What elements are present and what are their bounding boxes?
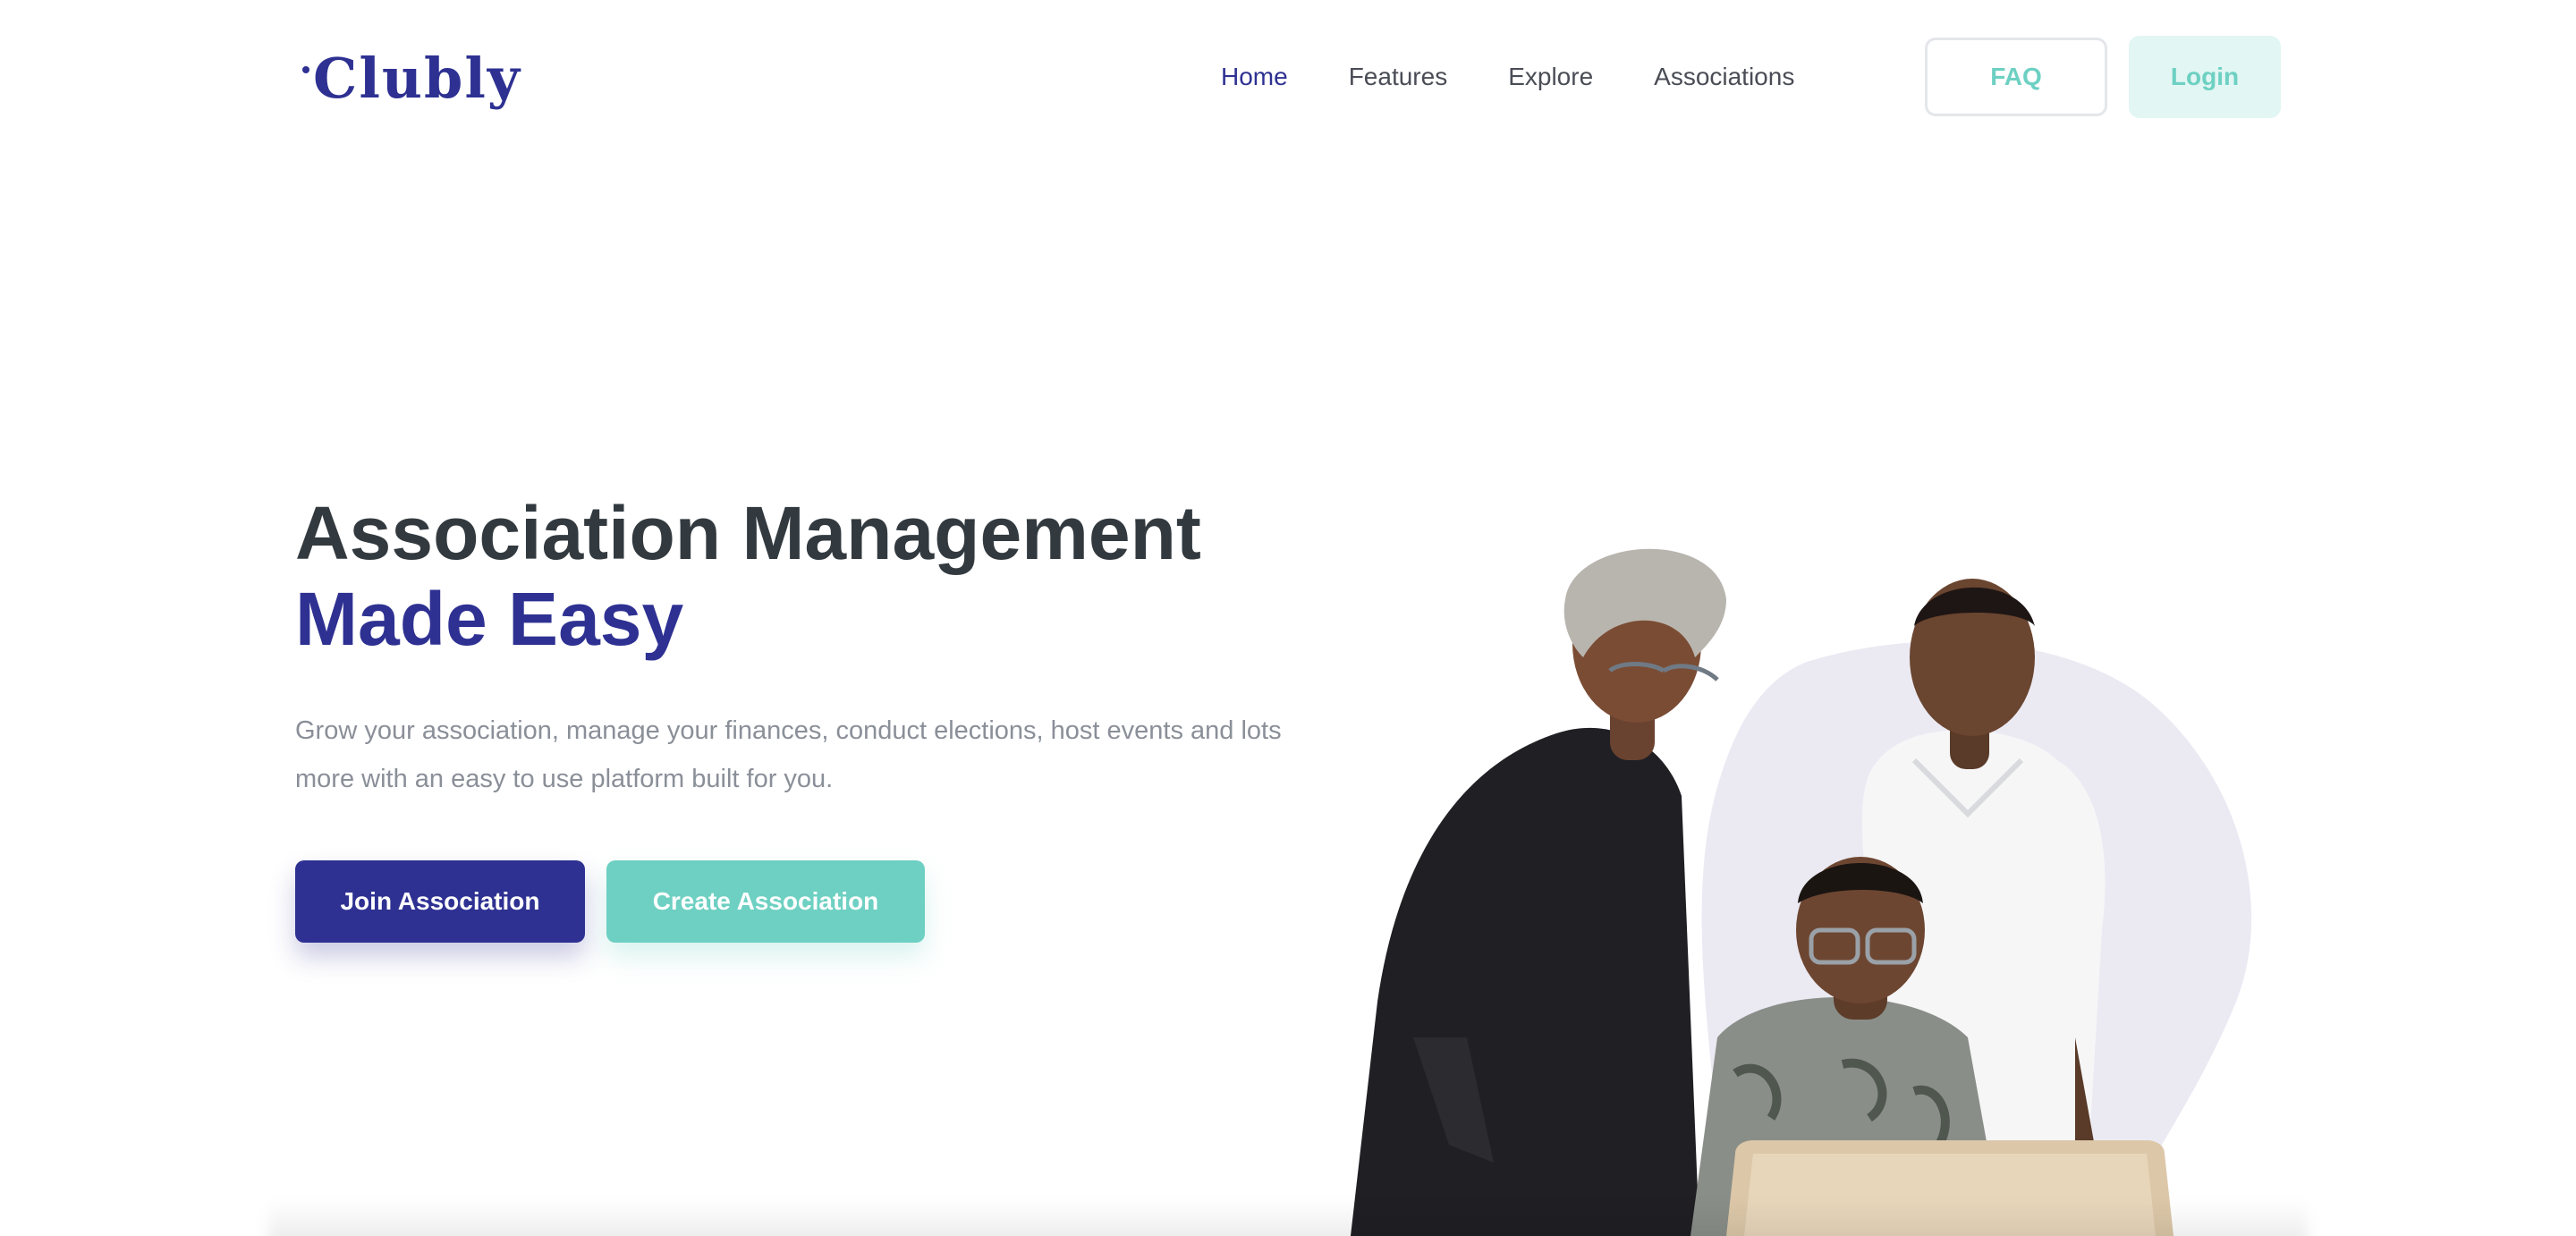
hero-subtitle: Grow your association, manage your finan… (295, 716, 1282, 793)
nav-explore[interactable]: Explore (1508, 57, 1593, 97)
landing-page: Clubly Home Features Explore Association… (0, 0, 2576, 1236)
nav-home[interactable]: Home (1221, 57, 1288, 97)
main-nav: Home Features Explore Associations (1221, 57, 1855, 97)
create-association-button[interactable]: Create Association (606, 860, 925, 943)
faq-button[interactable]: FAQ (1925, 38, 2107, 116)
hero-title-line1: Association Management (295, 491, 1201, 575)
bottom-shadow (268, 1200, 2308, 1236)
login-button[interactable]: Login (2129, 36, 2281, 118)
nav-features[interactable]: Features (1349, 57, 1448, 97)
hero-illustration (1351, 548, 2252, 1236)
nav-associations[interactable]: Associations (1654, 57, 1794, 97)
hero-title-line2: Made Easy (295, 577, 684, 661)
hero-title: Association Management Made Easy (295, 490, 1201, 662)
logo-text: Clubly (313, 45, 521, 111)
logo-dot-icon (302, 66, 309, 73)
clubly-logo[interactable]: Clubly (302, 43, 521, 113)
join-association-button[interactable]: Join Association (295, 860, 585, 943)
person-head-wrap (1351, 548, 1726, 1236)
